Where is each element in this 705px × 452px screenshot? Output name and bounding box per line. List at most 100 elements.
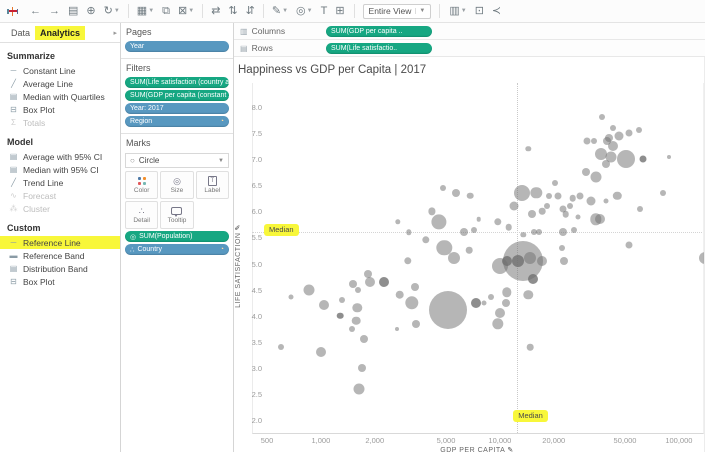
scatter-mark[interactable] xyxy=(617,150,635,168)
scatter-mark[interactable] xyxy=(502,299,510,307)
sort-ascending-icon[interactable]: ⇅ xyxy=(224,5,241,18)
swap-axes-icon[interactable]: ⇄ xyxy=(207,5,224,18)
filter-pill[interactable]: SUM(GDP per capita (constant 2011 int.. xyxy=(125,90,229,101)
fix-axes-icon[interactable]: ⊞ xyxy=(331,5,348,18)
marks-pill[interactable]: ◎SUM(Population) xyxy=(125,231,229,242)
scatter-mark[interactable] xyxy=(562,211,569,218)
scatter-mark[interactable] xyxy=(349,326,355,332)
scatter-mark[interactable] xyxy=(429,291,467,329)
scatter-mark[interactable] xyxy=(411,283,419,291)
sidebar-item-trend-line[interactable]: ╱Trend Line xyxy=(0,176,120,189)
scatter-mark[interactable] xyxy=(637,206,643,212)
scatter-mark[interactable] xyxy=(576,192,583,199)
scatter-mark[interactable] xyxy=(278,344,284,350)
scatter-mark[interactable] xyxy=(567,203,573,209)
sidebar-item-median-with-95-ci[interactable]: ▤Median with 95% CI xyxy=(0,163,120,176)
scatter-mark[interactable] xyxy=(536,229,542,235)
scatter-mark[interactable] xyxy=(528,274,538,284)
sidebar-item-box-plot[interactable]: ⊟Box Plot xyxy=(0,275,120,288)
scatter-mark[interactable] xyxy=(626,242,633,249)
scatter-mark[interactable] xyxy=(544,203,550,209)
show-mark-labels-icon[interactable]: T xyxy=(317,5,332,18)
scatter-mark[interactable] xyxy=(626,130,633,137)
scatter-mark[interactable] xyxy=(608,141,618,151)
scatter-mark[interactable] xyxy=(524,252,536,264)
presentation-mode-icon[interactable]: ⊡ xyxy=(471,5,488,18)
fit-dropdown[interactable]: Entire View ▼ xyxy=(363,4,432,19)
clear-sheet-icon[interactable]: ⊠▼ xyxy=(174,5,198,18)
scatter-mark[interactable] xyxy=(488,294,494,300)
scatter-mark[interactable] xyxy=(316,347,326,357)
scatter-mark[interactable] xyxy=(339,297,345,303)
scatter-mark[interactable] xyxy=(440,185,446,191)
scatter-mark[interactable] xyxy=(337,312,344,319)
scatter-mark[interactable] xyxy=(395,327,399,331)
scatter-mark[interactable] xyxy=(476,217,481,222)
share-icon[interactable]: ≺ xyxy=(488,5,505,18)
tooltip-button[interactable]: Tooltip xyxy=(160,201,193,229)
scatter-mark[interactable] xyxy=(358,364,366,372)
scatter-mark[interactable] xyxy=(471,298,481,308)
marks-pill[interactable]: ∴Country◔ xyxy=(125,244,229,255)
scatter-mark[interactable] xyxy=(615,131,624,140)
scatter-mark[interactable] xyxy=(583,137,590,144)
collapse-pane-icon[interactable]: ▸ xyxy=(113,29,117,37)
scatter-mark[interactable] xyxy=(379,277,389,287)
sidebar-item-distribution-band[interactable]: ▤Distribution Band xyxy=(0,262,120,275)
highlight-icon[interactable]: ✎▼ xyxy=(268,5,292,18)
scatter-mark[interactable] xyxy=(528,210,536,218)
scatter-mark[interactable] xyxy=(595,214,605,224)
scatter-mark[interactable] xyxy=(360,335,368,343)
duplicate-sheet-icon[interactable]: ⧉ xyxy=(158,5,174,18)
scatter-mark[interactable] xyxy=(502,256,512,266)
scatter-mark[interactable] xyxy=(471,227,477,233)
scatter-mark[interactable] xyxy=(319,300,329,310)
scatter-mark[interactable] xyxy=(699,252,705,264)
scatter-mark[interactable] xyxy=(559,228,567,236)
scatter-mark[interactable] xyxy=(412,320,420,328)
scatter-mark[interactable] xyxy=(396,291,405,300)
axis-sort-icon[interactable]: ✎ xyxy=(235,224,242,230)
rows-shelf[interactable]: ▤ Rows SUM(Life satisfactio.. xyxy=(234,40,705,57)
scatter-mark[interactable] xyxy=(460,228,468,236)
color-button[interactable]: Color xyxy=(125,171,158,199)
scatter-mark[interactable] xyxy=(590,172,601,183)
scatter-mark[interactable] xyxy=(512,255,524,267)
save-icon[interactable]: ▤ xyxy=(64,5,82,18)
scatter-mark[interactable] xyxy=(514,185,530,201)
tab-analytics[interactable]: Analytics xyxy=(35,26,85,40)
tableau-logo-icon[interactable] xyxy=(6,5,19,18)
scatter-mark[interactable] xyxy=(552,180,558,186)
scatter-mark[interactable] xyxy=(354,383,365,394)
scatter-mark[interactable] xyxy=(640,156,647,163)
scatter-mark[interactable] xyxy=(559,245,565,251)
scatter-mark[interactable] xyxy=(582,168,590,176)
back-icon[interactable]: ← xyxy=(26,5,45,18)
scatter-mark[interactable] xyxy=(527,344,534,351)
scatter-mark[interactable] xyxy=(495,308,505,318)
scatter-mark[interactable] xyxy=(303,284,314,295)
scatter-mark[interactable] xyxy=(602,160,610,168)
columns-pill[interactable]: SUM(GDP per capita .. xyxy=(326,26,432,37)
scatter-mark[interactable] xyxy=(667,155,671,159)
show-cards-icon[interactable]: ▥▼ xyxy=(445,5,470,18)
pages-pill[interactable]: Year xyxy=(125,41,229,52)
scatter-mark[interactable] xyxy=(604,198,609,203)
scatter-mark[interactable] xyxy=(546,193,552,199)
tab-data[interactable]: Data xyxy=(6,26,35,40)
scatter-mark[interactable] xyxy=(352,317,361,326)
filter-pill[interactable]: SUM(Life satisfaction (country average.. xyxy=(125,77,229,88)
scatter-mark[interactable] xyxy=(289,295,294,300)
scatter-mark[interactable] xyxy=(660,190,666,196)
sidebar-item-box-plot[interactable]: ⊟Box Plot xyxy=(0,103,120,116)
refresh-data-icon[interactable]: ↻▼ xyxy=(100,5,124,18)
scatter-mark[interactable] xyxy=(510,202,519,211)
scatter-mark[interactable] xyxy=(586,196,595,205)
columns-shelf[interactable]: ▥ Columns SUM(GDP per capita .. xyxy=(234,23,705,40)
sidebar-item-constant-line[interactable]: ─Constant Line xyxy=(0,64,120,77)
add-data-icon[interactable]: ⊕ xyxy=(82,5,99,18)
sidebar-item-average-with-95-ci[interactable]: ▤Average with 95% CI xyxy=(0,150,120,163)
group-members-icon[interactable]: ◎▼ xyxy=(292,5,317,18)
scatter-mark[interactable] xyxy=(481,300,486,305)
detail-button[interactable]: ∴Detail xyxy=(125,201,158,229)
